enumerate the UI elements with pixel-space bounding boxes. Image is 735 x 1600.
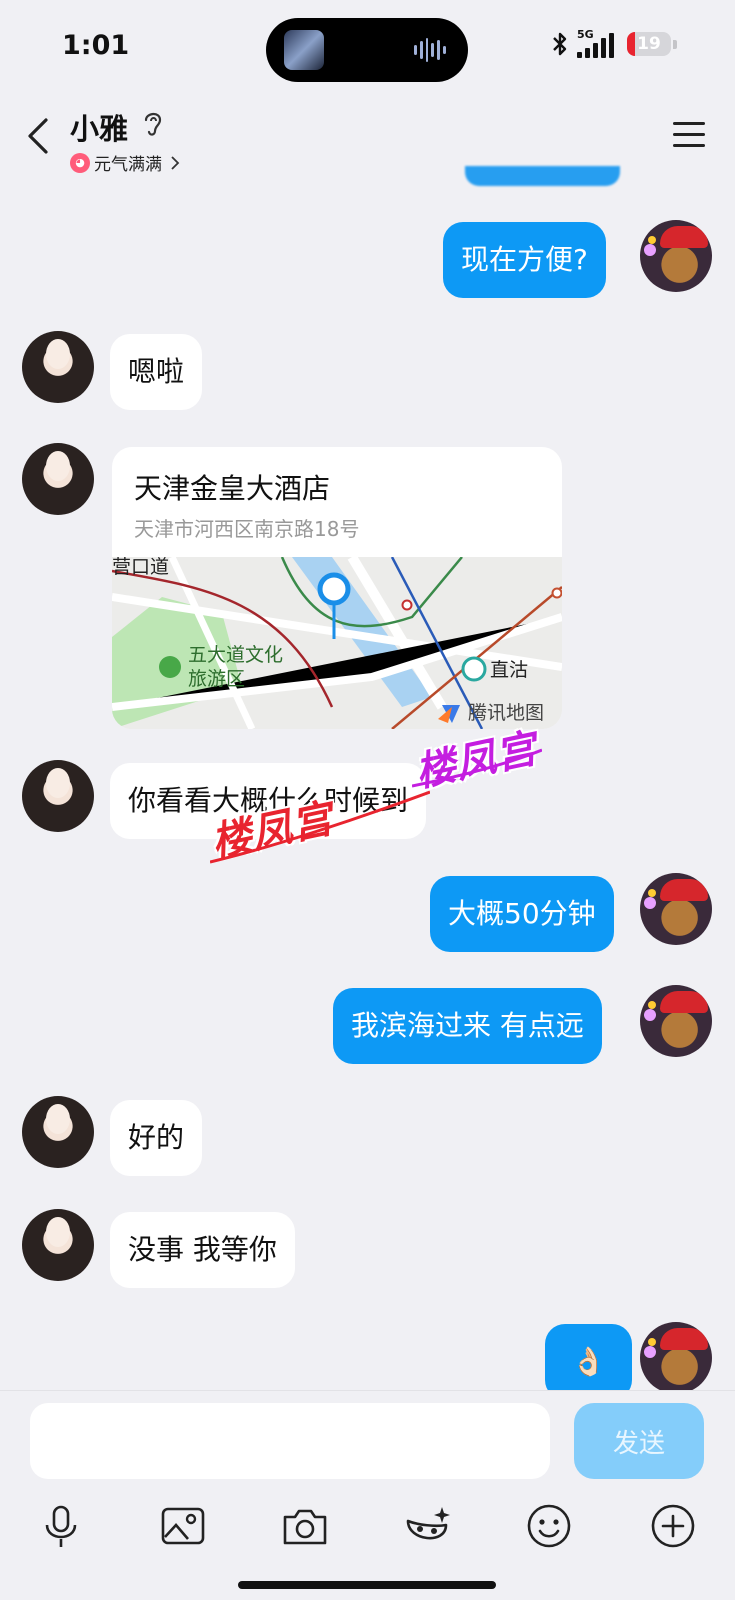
previous-message-bubble bbox=[465, 166, 620, 186]
message-bubble-out[interactable]: 现在方便? bbox=[443, 222, 606, 298]
dynamic-island[interactable] bbox=[266, 18, 468, 82]
contact-avatar[interactable] bbox=[22, 760, 94, 832]
camera-icon[interactable] bbox=[280, 1501, 330, 1551]
watermark-swoosh bbox=[412, 748, 542, 788]
location-card[interactable]: 天津金皇大酒店 天津市河西区南京路18号 营口道 五大道文化 旅游区 直沽 腾讯… bbox=[112, 447, 562, 729]
battery-tip bbox=[673, 39, 677, 49]
now-playing-artwork bbox=[284, 30, 324, 70]
microphone-icon[interactable] bbox=[36, 1501, 86, 1551]
message-input[interactable] bbox=[30, 1403, 550, 1479]
location-title: 天津金皇大酒店 bbox=[134, 472, 331, 505]
image-icon[interactable] bbox=[158, 1501, 208, 1551]
home-indicator[interactable] bbox=[238, 1581, 496, 1589]
message-bubble-in[interactable]: 没事 我等你 bbox=[110, 1212, 295, 1288]
chevron-right-icon bbox=[171, 155, 180, 170]
menu-icon[interactable] bbox=[673, 122, 705, 148]
back-arrow-icon[interactable] bbox=[24, 114, 54, 158]
map-preview: 营口道 五大道文化 旅游区 直沽 腾讯地图 bbox=[112, 557, 562, 729]
contact-status-text: 元气满满 bbox=[94, 155, 162, 175]
message-bubble-out[interactable]: 👌🏻 bbox=[545, 1324, 632, 1400]
ear-icon[interactable] bbox=[142, 110, 164, 138]
send-button[interactable]: 发送 bbox=[574, 1403, 704, 1479]
message-bubble-out[interactable]: 大概50分钟 bbox=[430, 876, 614, 952]
bluetooth-icon bbox=[553, 32, 567, 56]
status-bar: 1:01 5G 19 bbox=[0, 0, 735, 92]
message-bubble-in[interactable]: 嗯啦 bbox=[110, 334, 203, 410]
contact-avatar[interactable] bbox=[22, 331, 94, 403]
battery-icon: 19 bbox=[627, 32, 671, 56]
emoji-icon[interactable] bbox=[524, 1501, 574, 1551]
my-avatar[interactable] bbox=[640, 985, 712, 1057]
cellular-signal-icon: 5G bbox=[577, 28, 621, 58]
location-address: 天津市河西区南京路18号 bbox=[134, 517, 360, 541]
message-bubble-in[interactable]: 好的 bbox=[110, 1100, 203, 1176]
input-toolbar bbox=[0, 1501, 735, 1561]
status-time: 1:01 bbox=[62, 30, 130, 61]
battery-level: 19 bbox=[637, 34, 661, 54]
watermark-swoosh bbox=[210, 790, 430, 864]
chat-header: 小雅 ◕ 元气满满 bbox=[0, 92, 735, 184]
magic-mask-icon[interactable] bbox=[402, 1501, 452, 1551]
contact-avatar[interactable] bbox=[22, 443, 94, 515]
audio-wave-icon bbox=[414, 38, 446, 62]
contact-avatar[interactable] bbox=[22, 1209, 94, 1281]
map-label-station: 直沽 bbox=[490, 659, 528, 681]
contact-name[interactable]: 小雅 bbox=[70, 106, 128, 148]
mood-sun-icon: ◕ bbox=[70, 152, 90, 173]
my-avatar[interactable] bbox=[640, 873, 712, 945]
map-label-park-2: 旅游区 bbox=[188, 668, 245, 690]
my-avatar[interactable] bbox=[640, 1322, 712, 1394]
contact-avatar[interactable] bbox=[22, 1096, 94, 1168]
plus-icon[interactable] bbox=[648, 1501, 698, 1551]
message-bubble-out[interactable]: 我滨海过来 有点远 bbox=[333, 988, 602, 1064]
my-avatar[interactable] bbox=[640, 220, 712, 292]
contact-status[interactable]: ◕ 元气满满 bbox=[70, 150, 180, 175]
map-label-park: 五大道文化 bbox=[188, 644, 283, 666]
input-bar: 发送 bbox=[0, 1390, 735, 1600]
map-label-road: 营口道 bbox=[112, 557, 169, 578]
